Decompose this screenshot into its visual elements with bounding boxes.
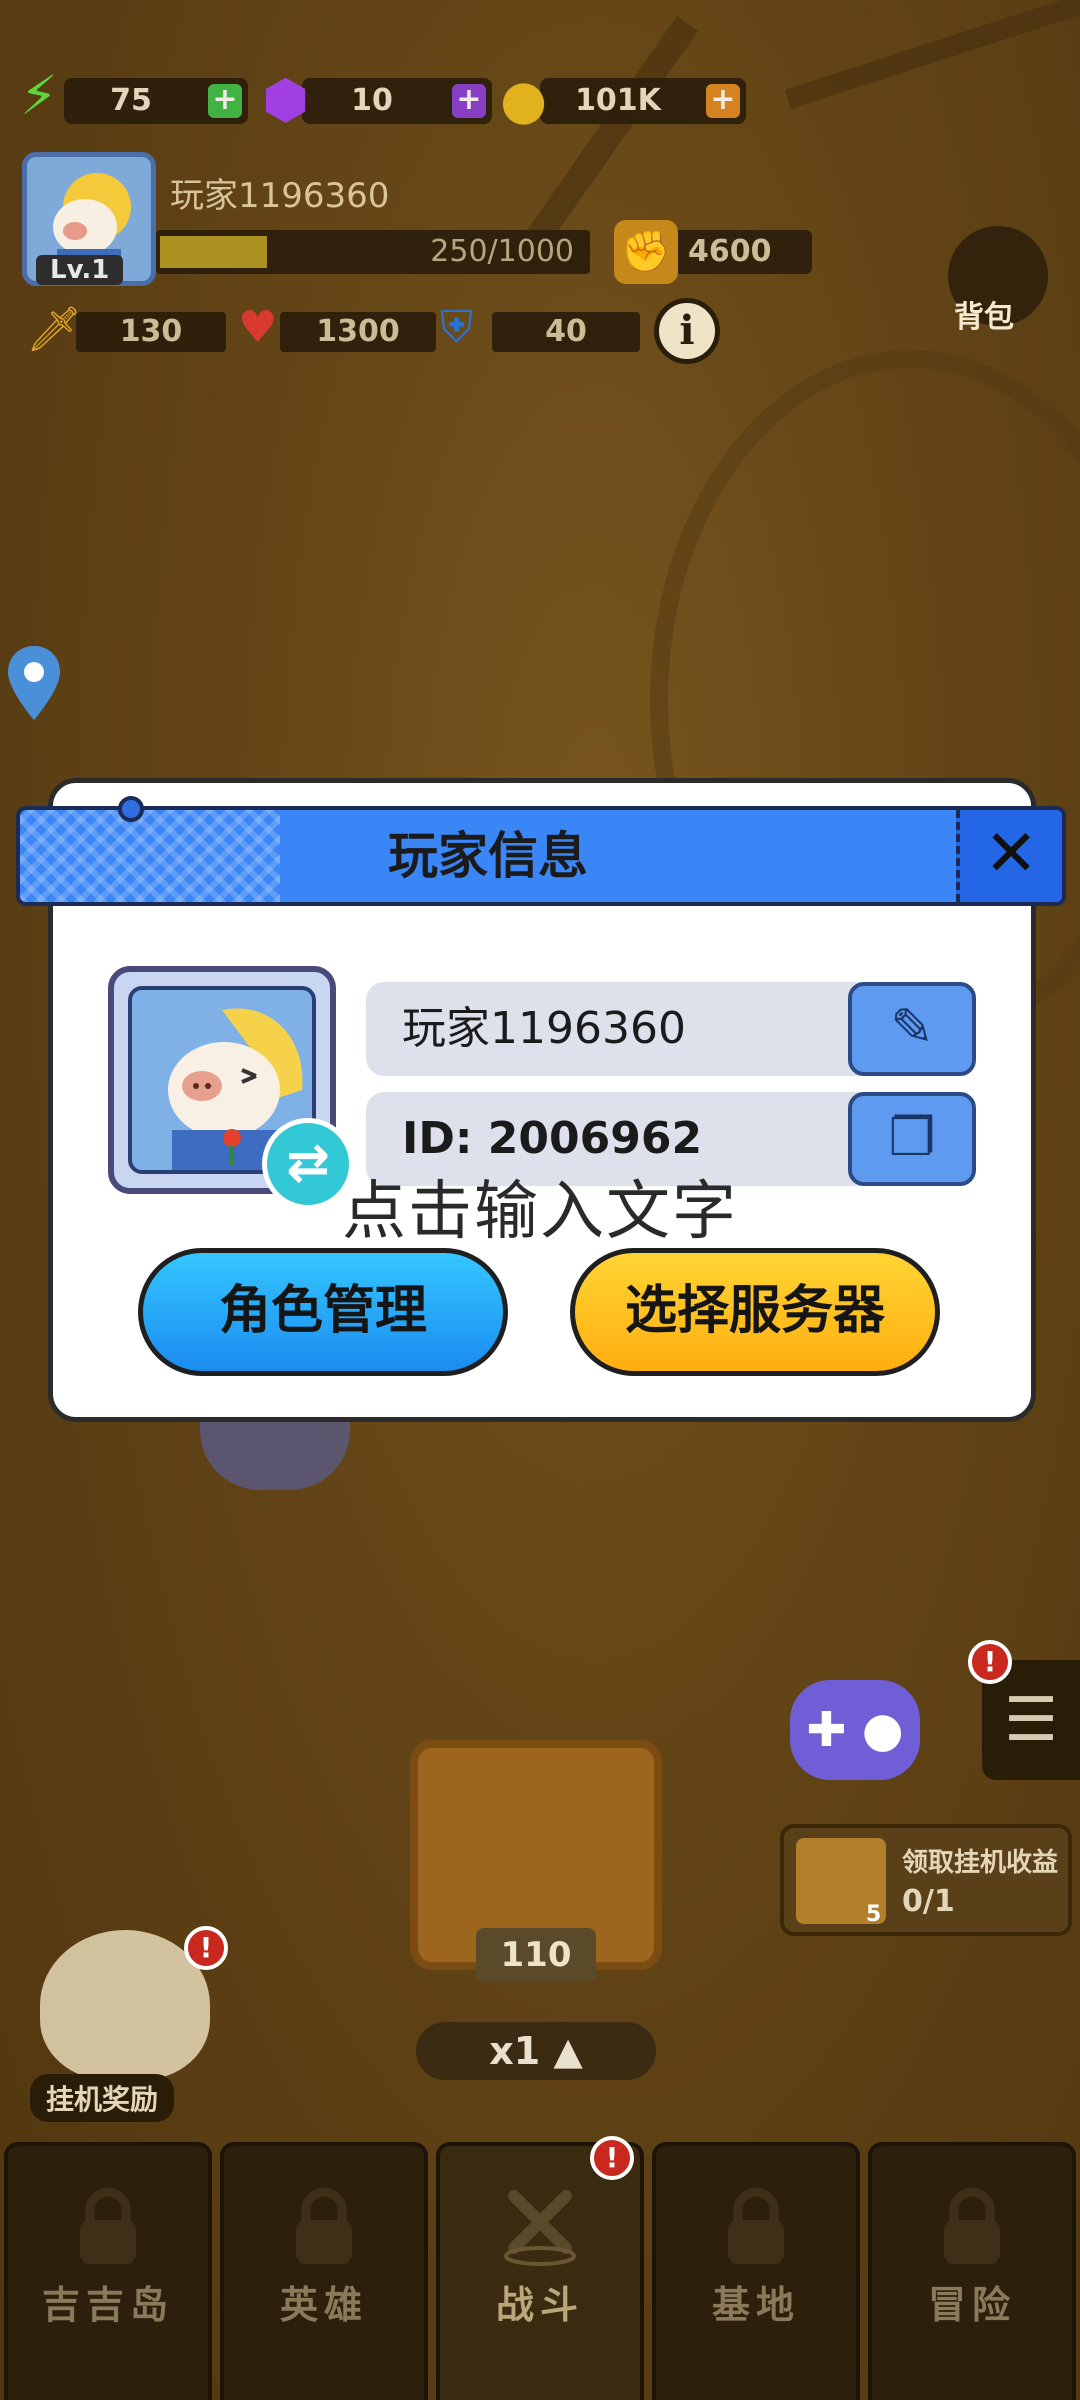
energy-counter: 75 + — [64, 78, 248, 124]
speed-toggle[interactable]: x1 ▲ — [416, 2022, 656, 2080]
name-field: 玩家1196360 ✎ — [366, 982, 976, 1076]
nav-label: 战斗 — [495, 2283, 584, 2327]
idle-reward-label: 挂机奖励 — [30, 2074, 175, 2122]
select-server-button[interactable]: 选择服务器 — [570, 1248, 940, 1376]
defense-stat: 40 — [492, 312, 640, 352]
copy-id-icon[interactable]: ❐ — [848, 1092, 976, 1186]
edit-name-icon[interactable]: ✎ — [848, 982, 976, 1076]
header-rivet — [118, 796, 144, 822]
attack-stat: 130 — [76, 312, 226, 352]
close-icon[interactable]: ✕ — [956, 810, 1062, 902]
info-button[interactable]: i — [654, 298, 720, 364]
name-value: 玩家1196360 — [402, 1003, 686, 1054]
nav-tab-jiji-island[interactable]: 吉吉岛 — [4, 2142, 212, 2400]
location-pin-icon[interactable] — [4, 644, 64, 724]
player-name: 玩家1196360 — [170, 176, 390, 216]
xp-fill — [160, 236, 267, 268]
idle-reward-card[interactable]: 5 领取挂机收益 0/1 — [780, 1824, 1072, 1936]
battle-alert-icon: ! — [590, 2136, 634, 2180]
gem-counter: 10 + — [302, 78, 492, 124]
power-value: 4600 — [688, 234, 772, 269]
xp-bar: 250/1000 — [156, 230, 590, 274]
modal-title: 玩家信息 — [388, 827, 588, 885]
swap-avatar-icon[interactable]: ⇄ — [262, 1118, 354, 1210]
hp-stat: 1300 — [280, 312, 436, 352]
idle-badge: 5 — [866, 1902, 882, 1927]
gem-value: 10 — [351, 83, 393, 118]
menu-alert-icon: ! — [968, 1640, 1012, 1684]
nav-tab-base[interactable]: 基地 — [652, 2142, 860, 2400]
defense-value: 40 — [545, 314, 587, 349]
sword-icon: 🗡 — [26, 304, 82, 355]
idle-reward-count: 0/1 — [902, 1884, 955, 1919]
nav-label: 基地 — [711, 2283, 800, 2327]
gamepad-icon[interactable]: ✚ ● — [790, 1680, 920, 1780]
fist-icon: ✊ — [614, 220, 678, 284]
nav-tab-heroes[interactable]: 英雄 — [220, 2142, 428, 2400]
input-hint-text[interactable]: 点击输入文字 — [342, 1160, 738, 1252]
nav-label: 冒险 — [927, 2283, 1016, 2327]
heart-icon: ♥ — [238, 302, 278, 353]
nav-label: 英雄 — [279, 2283, 368, 2327]
role-management-button[interactable]: 角色管理 — [138, 1248, 508, 1376]
add-coins-button[interactable]: + — [706, 84, 740, 118]
hp-value: 1300 — [316, 314, 400, 349]
lock-icon — [296, 2187, 352, 2264]
lock-icon — [80, 2187, 136, 2264]
level-badge: Lv.1 — [36, 255, 124, 285]
attack-value: 130 — [119, 314, 183, 349]
nav-label: 吉吉岛 — [41, 2283, 174, 2327]
modal-header: 玩家信息 ✕ — [16, 806, 1066, 906]
nav-tab-adventure[interactable]: 冒险 — [868, 2142, 1076, 2400]
coin-counter: 101K + — [540, 78, 746, 124]
add-gems-button[interactable]: + — [452, 84, 486, 118]
chest-count: 110 — [476, 1928, 596, 1982]
cat-alert-icon: ! — [184, 1926, 228, 1970]
shield-icon: ⛨ — [440, 302, 473, 353]
idle-reward-title: 领取挂机收益 — [902, 1848, 1059, 1878]
crossed-swords-icon — [504, 2190, 576, 2266]
coin-icon: ● — [500, 68, 548, 131]
add-energy-button[interactable]: + — [208, 84, 242, 118]
energy-value: 75 — [110, 83, 152, 118]
lock-icon — [728, 2187, 784, 2264]
coin-value: 101K — [575, 83, 661, 118]
xp-text: 250/1000 — [430, 234, 574, 269]
lock-icon — [944, 2187, 1000, 2264]
gem-icon: ⬢ — [262, 68, 310, 131]
lightning-icon: ⚡ — [20, 64, 58, 127]
backpack-label: 背包 — [954, 300, 1014, 335]
nav-tab-battle[interactable]: 战斗 ! — [436, 2136, 644, 2400]
bottom-nav: 吉吉岛 英雄 战斗 ! 基地 冒险 — [0, 2136, 1080, 2400]
